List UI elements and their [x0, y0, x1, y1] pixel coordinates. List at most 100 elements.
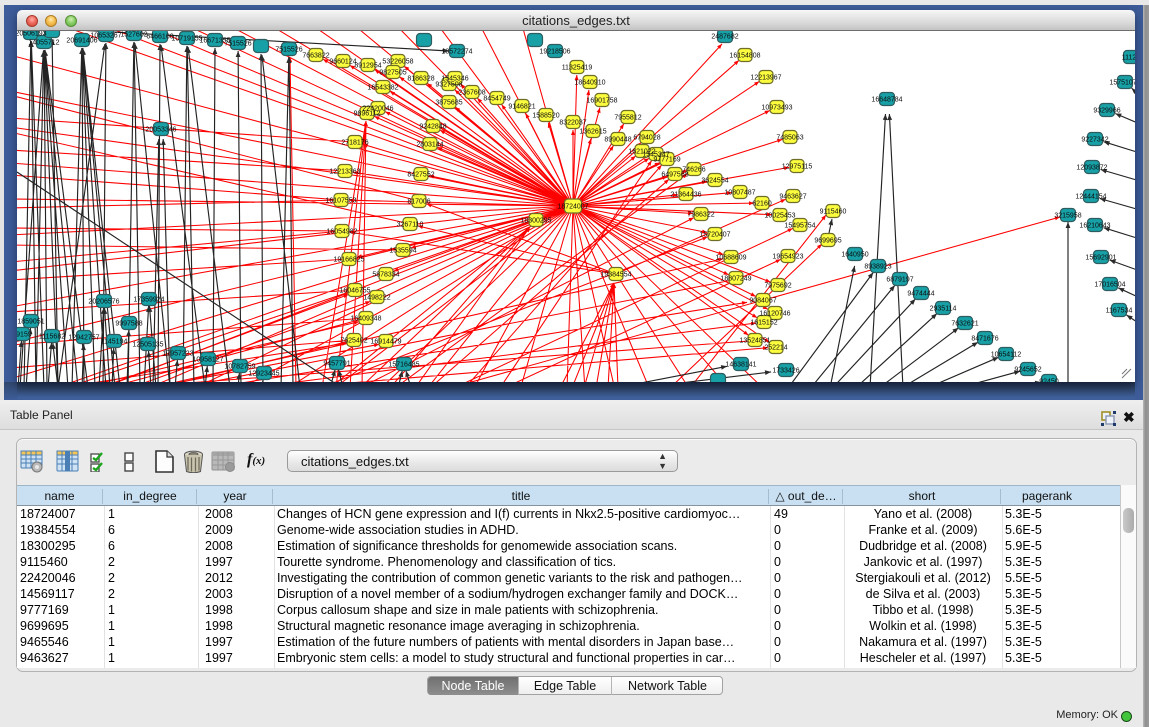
svg-text:10973493: 10973493	[761, 104, 792, 111]
svg-text:13572274: 13572274	[441, 48, 472, 55]
svg-text:7955812: 7955812	[614, 114, 641, 121]
svg-text:8912954: 8912954	[354, 62, 381, 69]
svg-text:9242848: 9242848	[419, 123, 446, 130]
svg-text:1733426: 1733426	[772, 367, 799, 374]
svg-text:15716485: 15716485	[388, 361, 419, 368]
svg-text:12093872: 12093872	[1076, 164, 1107, 171]
svg-text:12213967: 12213967	[750, 74, 781, 81]
svg-text:2487682: 2487682	[711, 33, 738, 40]
svg-text:9777169: 9777169	[653, 156, 680, 163]
svg-text:7515526: 7515526	[275, 46, 302, 53]
svg-text:15692901: 15692901	[1085, 254, 1116, 261]
svg-text:8454749: 8454749	[483, 95, 510, 102]
svg-text:1145194: 1145194	[101, 338, 128, 345]
svg-text:20506193: 20506193	[17, 31, 47, 37]
svg-text:817006: 817006	[407, 198, 430, 205]
svg-text:16054982: 16054982	[326, 228, 357, 235]
svg-text:11325419: 11325419	[562, 64, 593, 71]
svg-text:16914479: 16914479	[370, 338, 401, 345]
svg-text:7663822: 7663822	[302, 52, 329, 59]
svg-text:92450: 92450	[1039, 378, 1059, 382]
svg-text:5878334: 5878334	[372, 271, 399, 278]
svg-text:7986322: 7986322	[687, 211, 714, 218]
svg-text:62160: 62160	[752, 200, 772, 207]
svg-text:14055712: 14055712	[28, 39, 59, 46]
svg-text:14638141: 14638141	[725, 361, 756, 368]
svg-text:20053346: 20053346	[145, 126, 176, 133]
svg-text:6879197: 6879197	[886, 276, 913, 283]
svg-text:17016504: 17016504	[1094, 281, 1125, 288]
svg-text:10958127: 10958127	[192, 356, 223, 363]
svg-text:7625402: 7625402	[340, 337, 367, 344]
svg-text:8186328: 8186328	[407, 75, 434, 82]
svg-text:12923445: 12923445	[248, 370, 279, 377]
svg-text:9997588: 9997588	[115, 320, 142, 327]
svg-text:2718176: 2718176	[341, 139, 368, 146]
svg-text:1498222: 1498222	[363, 294, 390, 301]
svg-text:8471676: 8471676	[971, 335, 998, 342]
svg-text:1535594: 1535594	[389, 247, 416, 254]
svg-text:12505135: 12505135	[132, 341, 163, 348]
svg-text:10782759: 10782759	[224, 363, 255, 370]
svg-text:13524851: 13524851	[739, 337, 770, 344]
svg-text:19166825: 19166825	[333, 256, 364, 263]
svg-text:16901758: 16901758	[586, 97, 617, 104]
svg-text:7632621: 7632621	[951, 320, 978, 327]
svg-text:15720407: 15720407	[699, 231, 730, 238]
svg-text:18807249: 18807249	[720, 275, 751, 282]
svg-text:2367608: 2367608	[458, 89, 485, 96]
svg-text:1545346: 1545346	[441, 75, 468, 82]
svg-text:15751074: 15751074	[1109, 79, 1135, 86]
svg-text:17359924: 17359924	[133, 296, 164, 303]
svg-text:8427552: 8427552	[407, 171, 434, 178]
svg-text:3875685: 3875685	[435, 99, 462, 106]
svg-text:7975692: 7975692	[764, 282, 791, 289]
svg-text:10653267: 10653267	[90, 32, 121, 39]
svg-text:18640910: 18640910	[574, 79, 605, 86]
svg-text:19384554: 19384554	[600, 271, 631, 278]
svg-text:9245652: 9245652	[1014, 366, 1041, 373]
svg-text:7485063: 7485063	[776, 134, 803, 141]
svg-text:9660124: 9660124	[329, 58, 356, 65]
svg-text:10025453: 10025453	[764, 212, 795, 219]
svg-text:9327508: 9327508	[435, 81, 462, 88]
svg-text:10719155: 10719155	[171, 35, 202, 42]
svg-text:6466160: 6466160	[146, 33, 173, 40]
svg-text:1362615: 1362615	[579, 128, 606, 135]
svg-text:6794028: 6794028	[633, 134, 660, 141]
svg-text:9699695: 9699695	[814, 237, 841, 244]
svg-text:39159: 39159	[17, 331, 32, 338]
svg-text:16046755: 16046755	[339, 287, 370, 294]
svg-text:9474444: 9474444	[907, 290, 934, 297]
svg-text:1115682: 1115682	[39, 333, 65, 340]
svg-text:9457791: 9457791	[323, 360, 350, 367]
svg-text:1588520: 1588520	[532, 112, 559, 119]
svg-text:9329966: 9329966	[1093, 107, 1120, 114]
svg-text:19218506: 19218506	[539, 48, 570, 55]
svg-text:3215958: 3215958	[1054, 212, 1081, 219]
svg-text:12942757: 12942757	[68, 334, 99, 341]
svg-text:20206576: 20206576	[88, 298, 119, 305]
svg-text:8938923: 8938923	[864, 263, 891, 270]
svg-text:16210643: 16210643	[1079, 222, 1110, 229]
svg-text:1640950: 1640950	[841, 251, 868, 258]
svg-text:2803144: 2803144	[416, 141, 443, 148]
svg-text:10688609: 10688609	[715, 254, 746, 261]
svg-text:16120746: 16120746	[759, 310, 790, 317]
svg-text:1527602: 1527602	[120, 31, 147, 38]
svg-text:9463627: 9463627	[779, 193, 806, 200]
svg-text:18300295: 18300295	[520, 217, 551, 224]
svg-text:6497568: 6497568	[661, 171, 688, 178]
svg-text:2935114: 2935114	[930, 305, 957, 312]
svg-text:9146821: 9146821	[508, 103, 535, 110]
svg-text:16543382: 16543382	[367, 84, 398, 91]
svg-text:9115460: 9115460	[820, 208, 847, 215]
svg-text:16409348: 16409348	[350, 315, 381, 322]
svg-text:3624554: 3624554	[701, 177, 728, 184]
svg-text:10807487: 10807487	[724, 189, 755, 196]
svg-text:9084067: 9084067	[749, 297, 776, 304]
svg-text:9827505: 9827505	[379, 69, 406, 76]
svg-text:19654923: 19654923	[772, 253, 803, 260]
svg-text:10654112: 10654112	[991, 351, 1022, 358]
svg-text:53226058: 53226058	[382, 58, 413, 65]
